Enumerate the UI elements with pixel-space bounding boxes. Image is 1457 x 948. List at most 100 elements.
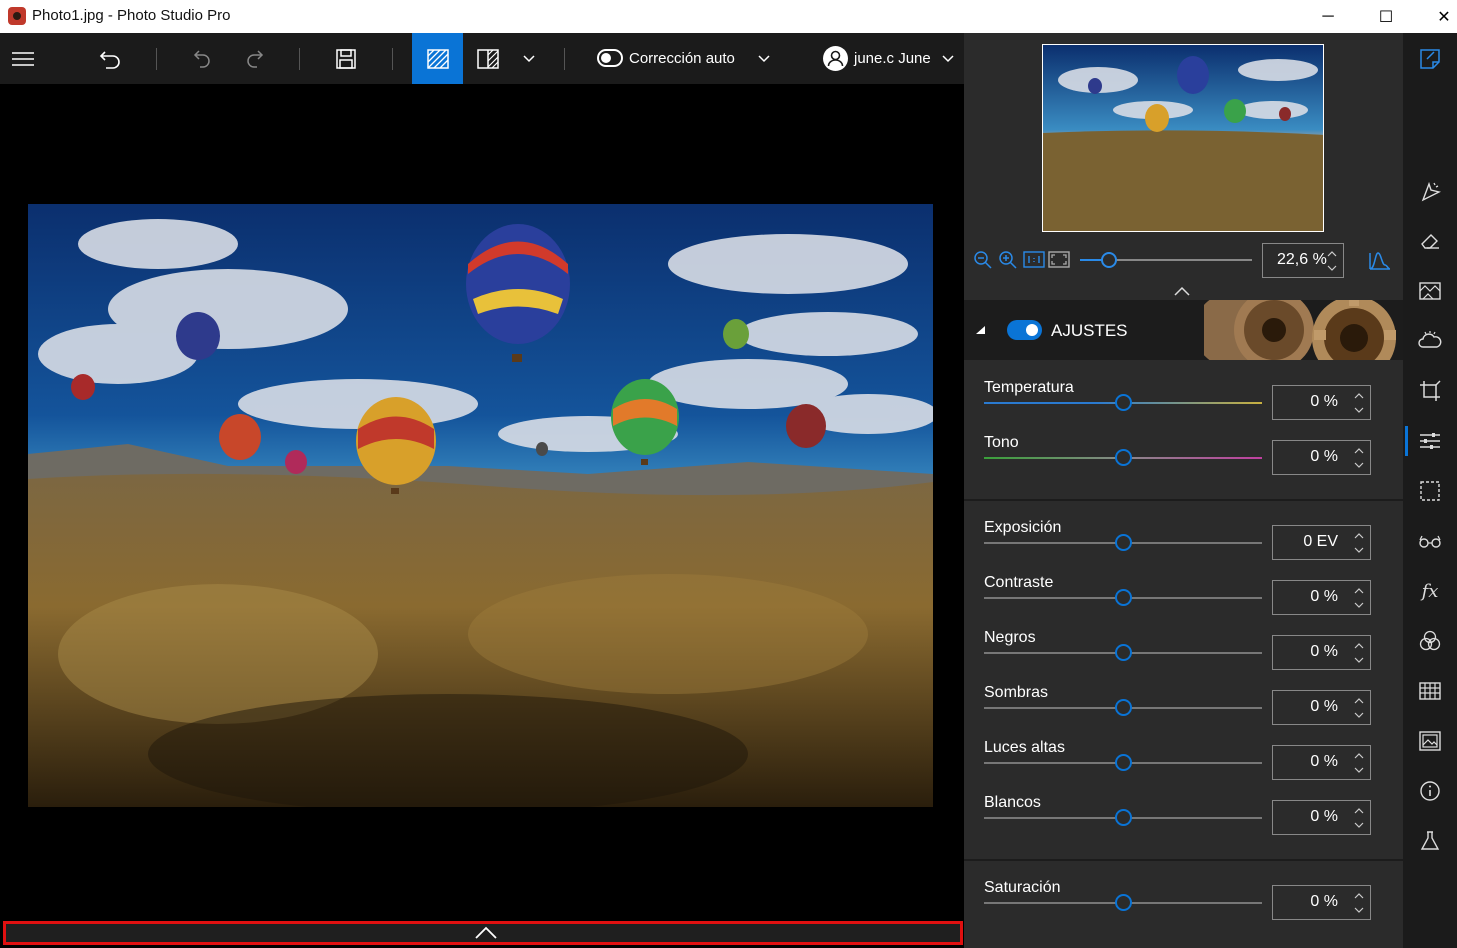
adjustment-slider-thumb[interactable] <box>1114 644 1132 661</box>
adjustments-toggle[interactable] <box>1007 320 1042 340</box>
zoom-slider[interactable] <box>1080 252 1252 268</box>
adjustment-slider-thumb[interactable] <box>1114 394 1132 411</box>
spin-down-icon[interactable] <box>1354 601 1364 609</box>
adjustment-label: Exposición <box>984 519 1062 536</box>
spin-up-icon[interactable] <box>1354 642 1364 650</box>
zoom-out-icon[interactable] <box>973 250 993 275</box>
undo-icon[interactable] <box>187 33 217 84</box>
spin-up-icon[interactable] <box>1354 697 1364 705</box>
spin-up-icon[interactable] <box>1354 392 1364 400</box>
adjustment-blancos: Blancos 0 % <box>964 794 1403 849</box>
adjustment-label: Saturación <box>984 879 1061 896</box>
redo-icon[interactable] <box>240 33 270 84</box>
spin-down-icon[interactable] <box>1354 546 1364 554</box>
adjustment-value-input[interactable]: 0 % <box>1272 885 1371 920</box>
spin-down-icon[interactable] <box>1354 766 1364 774</box>
notes-icon[interactable] <box>1416 45 1444 73</box>
spin-down-icon[interactable] <box>1354 821 1364 829</box>
selection-icon[interactable] <box>1416 477 1444 505</box>
auto-correction-label: Corrección auto <box>629 50 735 67</box>
adjustment-value-input[interactable]: 0 % <box>1272 745 1371 780</box>
save-icon[interactable] <box>331 33 361 84</box>
color-mix-icon[interactable] <box>1416 627 1444 655</box>
texture-icon[interactable] <box>1416 277 1444 305</box>
spin-up-icon[interactable] <box>1354 587 1364 595</box>
spin-down-icon[interactable] <box>1354 711 1364 719</box>
spin-up-icon[interactable] <box>1354 807 1364 815</box>
revert-icon[interactable] <box>95 33 125 84</box>
adjustments-header[interactable]: AJUSTES <box>964 300 1403 360</box>
spin-down-icon[interactable] <box>1354 656 1364 664</box>
adjustment-value-input[interactable]: 0 % <box>1272 800 1371 835</box>
main-photo[interactable] <box>28 204 933 807</box>
user-name[interactable]: june.c June <box>854 50 931 67</box>
red-eye-icon[interactable] <box>1416 527 1444 555</box>
adjustment-value-input[interactable]: 0 % <box>1272 580 1371 615</box>
adjustment-value: 0 % <box>1310 588 1338 605</box>
spin-down-icon[interactable] <box>1354 906 1364 914</box>
close-button[interactable]: ✕ <box>1415 0 1457 33</box>
adjustment-value-input[interactable]: 0 % <box>1272 440 1371 475</box>
chevron-up-icon[interactable] <box>1174 283 1190 301</box>
spin-up-icon[interactable] <box>1327 250 1337 258</box>
adjustment-value-input[interactable]: 0 EV <box>1272 525 1371 560</box>
compare-view-icon[interactable] <box>473 33 503 84</box>
info-icon[interactable] <box>1416 777 1444 805</box>
zoom-input[interactable]: 22,6 % <box>1262 243 1344 278</box>
adjustment-temperatura: Temperatura 0 % <box>964 379 1403 434</box>
crop-icon[interactable] <box>1416 377 1444 405</box>
adjustment-label: Blancos <box>984 794 1041 811</box>
adjustment-negros: Negros 0 % <box>964 629 1403 684</box>
chevron-down-icon[interactable] <box>937 33 959 84</box>
image-frame-icon[interactable] <box>1416 727 1444 755</box>
effects-fx-icon[interactable]: fx <box>1416 577 1444 605</box>
adjustment-value-input[interactable]: 0 % <box>1272 385 1371 420</box>
zoom-in-icon[interactable] <box>998 250 1018 275</box>
navigator-preview[interactable] <box>1042 44 1324 232</box>
spin-up-icon[interactable] <box>1354 752 1364 760</box>
eraser-icon[interactable] <box>1416 227 1444 255</box>
adjustment-value: 0 % <box>1310 698 1338 715</box>
adjustment-slider-thumb[interactable] <box>1114 589 1132 606</box>
toolbar-divider <box>392 48 393 70</box>
clouds-icon[interactable] <box>1416 327 1444 355</box>
adjustment-value-input[interactable]: 0 % <box>1272 690 1371 725</box>
adjustment-value: 0 EV <box>1303 533 1338 550</box>
adjustment-slider-thumb[interactable] <box>1114 449 1132 466</box>
adjustment-slider-thumb[interactable] <box>1114 809 1132 826</box>
adjustment-label: Temperatura <box>984 379 1074 396</box>
window-title: Photo1.jpg - Photo Studio Pro <box>32 7 231 24</box>
auto-correction-toggle[interactable] <box>597 49 623 67</box>
zoom-slider-thumb[interactable] <box>1101 252 1118 268</box>
single-view-icon[interactable] <box>412 33 463 84</box>
lab-flask-icon[interactable] <box>1416 827 1444 855</box>
spin-down-icon[interactable] <box>1354 461 1364 469</box>
adjustment-slider-thumb[interactable] <box>1114 894 1132 911</box>
maximize-button[interactable]: ☐ <box>1357 0 1415 33</box>
actual-size-icon[interactable] <box>1023 251 1045 273</box>
avatar[interactable] <box>823 46 848 71</box>
spin-down-icon[interactable] <box>1327 264 1337 272</box>
adjustment-slider-thumb[interactable] <box>1114 534 1132 551</box>
fit-screen-icon[interactable] <box>1048 251 1070 273</box>
histogram-icon[interactable] <box>1369 250 1391 275</box>
spin-up-icon[interactable] <box>1354 532 1364 540</box>
image-canvas[interactable] <box>0 84 964 918</box>
spin-up-icon[interactable] <box>1354 447 1364 455</box>
adjustment-value-input[interactable]: 0 % <box>1272 635 1371 670</box>
auto-fix-icon[interactable] <box>1416 177 1444 205</box>
collapse-triangle-icon[interactable] <box>974 325 986 335</box>
grid-icon[interactable] <box>1416 677 1444 705</box>
spin-down-icon[interactable] <box>1354 406 1364 414</box>
toolbar-divider <box>156 48 157 70</box>
adjustments-icon[interactable] <box>1416 427 1444 455</box>
chevron-up-icon[interactable] <box>475 926 497 940</box>
adjustment-slider-thumb[interactable] <box>1114 754 1132 771</box>
adjustment-slider-thumb[interactable] <box>1114 699 1132 716</box>
filmstrip-toggle-bar[interactable] <box>3 921 963 945</box>
minimize-button[interactable]: ─ <box>1299 0 1357 33</box>
menu-icon[interactable] <box>6 33 40 84</box>
chevron-down-icon[interactable] <box>753 33 775 84</box>
spin-up-icon[interactable] <box>1354 892 1364 900</box>
chevron-down-icon[interactable] <box>518 33 540 84</box>
